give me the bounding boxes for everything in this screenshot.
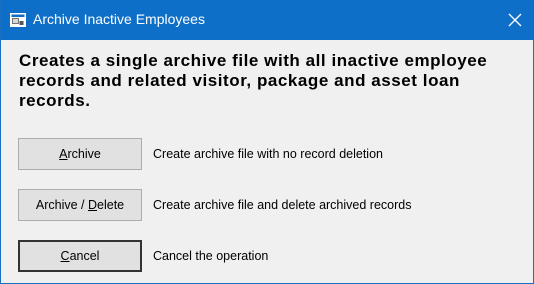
title-bar: Archive Inactive Employees: [1, 0, 534, 40]
archive-description: Create archive file with no record delet…: [153, 147, 383, 161]
archive-button[interactable]: Archive: [18, 138, 142, 170]
cancel-button-label: Cancel: [60, 249, 100, 263]
app-window-icon: [10, 13, 26, 27]
archive-delete-button[interactable]: Archive / Delete: [18, 189, 142, 221]
window-title: Archive Inactive Employees: [33, 11, 205, 27]
close-icon: [508, 13, 522, 27]
archive-dialog: Archive Inactive Employees Creates a sin…: [0, 0, 534, 284]
archive-delete-description: Create archive file and delete archived …: [153, 198, 412, 212]
cancel-description: Cancel the operation: [153, 249, 269, 263]
dialog-description: Creates a single archive file with all i…: [19, 51, 488, 110]
archive-button-label: Archive: [59, 147, 101, 161]
archive-delete-button-label: Archive / Delete: [35, 198, 125, 212]
close-button[interactable]: [495, 0, 534, 40]
cancel-button[interactable]: Cancel: [18, 240, 142, 272]
